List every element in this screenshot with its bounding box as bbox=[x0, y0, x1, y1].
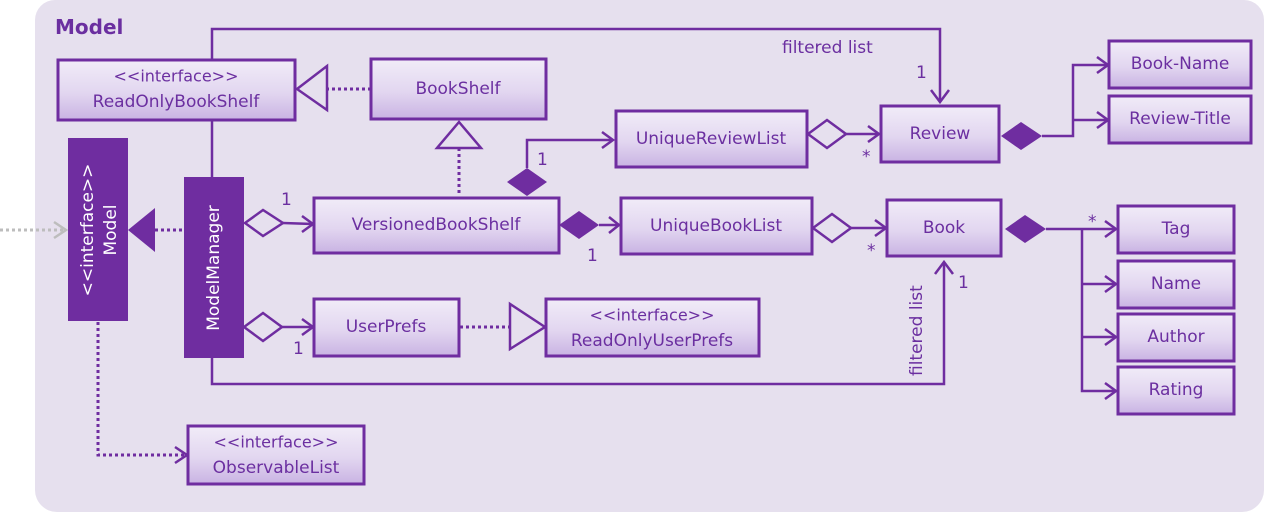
model-stereotype: <<interface>> bbox=[78, 164, 98, 297]
uniquereviewlist-name: UniqueReviewList bbox=[636, 129, 787, 149]
composition-diamond-ubl bbox=[559, 211, 599, 239]
filtered-list-top-label: filtered list bbox=[782, 38, 873, 58]
mult-review-one: 1 bbox=[916, 63, 927, 83]
class-readonlyuserprefs[interactable]: <<interface>> ReadOnlyUserPrefs bbox=[544, 297, 761, 358]
modelmanager-vbs-line bbox=[282, 221, 314, 226]
observablelist-stereotype: <<interface>> bbox=[214, 433, 339, 452]
readonlyuserprefs-name: ReadOnlyUserPrefs bbox=[571, 331, 733, 351]
realization-triangle-readonlybookshelf bbox=[294, 63, 329, 113]
inheritance-triangle-bookshelf bbox=[434, 120, 484, 150]
mult-tag-star: * bbox=[1088, 212, 1097, 232]
mult-review-star: * bbox=[862, 147, 871, 167]
model-name: Model bbox=[101, 204, 121, 255]
readonlyuserprefs-stereotype: <<interface>> bbox=[590, 306, 715, 325]
mult-book-star: * bbox=[867, 241, 876, 261]
class-model[interactable]: <<interface>> Model bbox=[68, 138, 128, 321]
class-review[interactable]: Review bbox=[879, 104, 1001, 164]
class-userprefs[interactable]: UserPrefs bbox=[312, 297, 461, 358]
uniquebooklist-name: UniqueBookList bbox=[650, 216, 782, 236]
uml-class-diagram: Model filtered list 1 1 1 filtered list … bbox=[0, 15, 1253, 486]
author-name: Author bbox=[1147, 327, 1204, 347]
composition-diamond-book-attrs bbox=[1005, 215, 1046, 243]
versionedbookshelf-name: VersionedBookShelf bbox=[352, 215, 522, 235]
class-book-name[interactable]: Book-Name bbox=[1107, 39, 1253, 90]
class-review-title[interactable]: Review-Title bbox=[1107, 94, 1253, 145]
mult-ubl-one: 1 bbox=[587, 246, 598, 266]
class-observablelist[interactable]: <<interface>> ObservableList bbox=[186, 424, 366, 486]
class-rating[interactable]: Rating bbox=[1116, 365, 1236, 416]
class-readonlybookshelf[interactable]: <<interface>> ReadOnlyBookShelf bbox=[56, 58, 297, 122]
aggregation-diamond-vbs bbox=[242, 208, 286, 238]
book-name-name: Book-Name bbox=[1131, 54, 1230, 74]
class-book[interactable]: Book bbox=[885, 198, 1003, 258]
composition-diamond-review-attrs bbox=[1001, 122, 1042, 150]
readonlybookshelf-name: ReadOnlyBookShelf bbox=[93, 92, 261, 112]
filtered-list-side-label: filtered list bbox=[907, 285, 927, 376]
class-uniquereviewlist[interactable]: UniqueReviewList bbox=[614, 109, 809, 169]
aggregation-diamond-userprefs bbox=[241, 311, 285, 343]
realization-triangle-readonlyuserprefs bbox=[508, 301, 548, 352]
mult-urlist-one: 1 bbox=[537, 150, 548, 170]
review-name: Review bbox=[910, 124, 971, 144]
mult-book-one: 1 bbox=[958, 273, 969, 293]
review-bookname-line bbox=[1042, 63, 1108, 138]
class-name[interactable]: Name bbox=[1116, 259, 1236, 310]
aggregation-diamond-review bbox=[805, 118, 849, 150]
book-attrs-trunk bbox=[1080, 229, 1116, 393]
book-name: Book bbox=[923, 218, 965, 238]
class-author[interactable]: Author bbox=[1116, 312, 1236, 363]
userprefs-name: UserPrefs bbox=[346, 317, 427, 337]
class-bookshelf[interactable]: BookShelf bbox=[369, 57, 548, 121]
package-title: Model bbox=[55, 15, 123, 39]
class-versionedbookshelf[interactable]: VersionedBookShelf bbox=[312, 196, 561, 255]
model-observablelist-line bbox=[96, 322, 186, 457]
rating-name: Rating bbox=[1149, 380, 1204, 400]
review-title-name: Review-Title bbox=[1129, 109, 1231, 129]
class-tag[interactable]: Tag bbox=[1116, 204, 1236, 255]
realization-triangle-model bbox=[128, 208, 155, 252]
name-name: Name bbox=[1151, 274, 1201, 294]
readonlybookshelf-stereotype: <<interface>> bbox=[114, 67, 239, 86]
class-uniquebooklist[interactable]: UniqueBookList bbox=[619, 196, 814, 256]
class-modelmanager[interactable]: ModelManager bbox=[184, 177, 244, 358]
mult-userprefs-one: 1 bbox=[293, 339, 304, 359]
aggregation-diamond-book bbox=[810, 212, 854, 244]
mult-vbs-one: 1 bbox=[281, 190, 292, 210]
composition-diamond-urlist bbox=[507, 168, 547, 196]
observablelist-name: ObservableList bbox=[213, 458, 340, 478]
modelmanager-name: ModelManager bbox=[204, 205, 224, 331]
bookshelf-name: BookShelf bbox=[415, 79, 501, 99]
tag-name: Tag bbox=[1161, 219, 1191, 239]
